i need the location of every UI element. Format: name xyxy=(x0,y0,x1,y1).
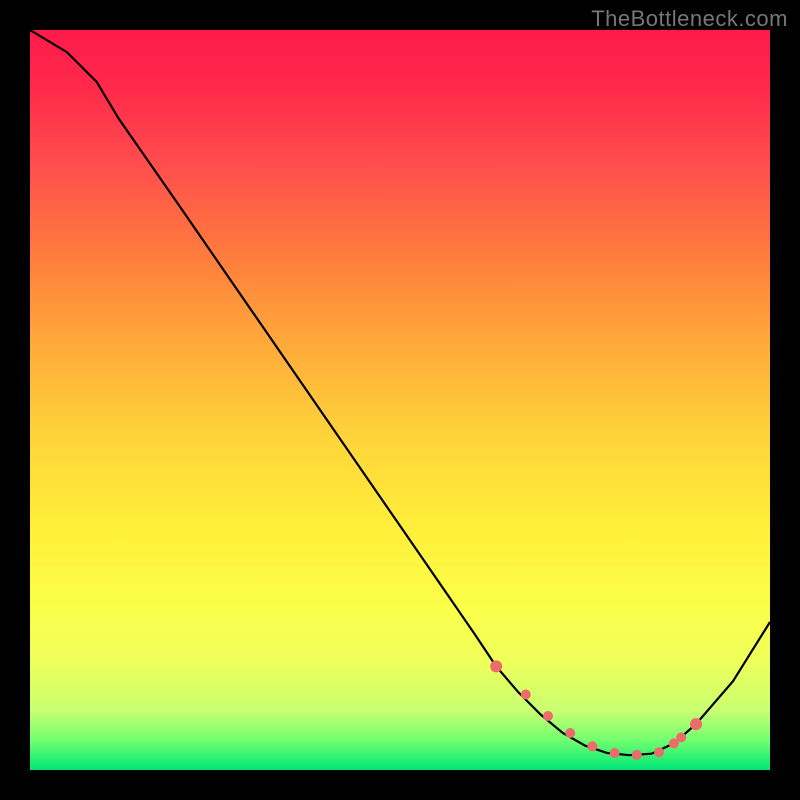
sweet-spot-point xyxy=(490,660,502,672)
sweet-spot-point xyxy=(587,741,597,751)
bottleneck-curve xyxy=(30,30,770,755)
curve-overlay xyxy=(30,30,770,770)
sweet-spot-point xyxy=(521,690,531,700)
sweet-spot-point xyxy=(543,711,553,721)
sweet-spot-point xyxy=(654,747,664,757)
sweet-spot-point xyxy=(610,748,620,758)
sweet-spot-point xyxy=(676,732,686,742)
sweet-spot-markers xyxy=(490,660,702,759)
watermark-text: TheBottleneck.com xyxy=(591,6,788,32)
sweet-spot-point xyxy=(690,718,702,730)
sweet-spot-point xyxy=(632,750,642,760)
sweet-spot-point xyxy=(565,728,575,738)
